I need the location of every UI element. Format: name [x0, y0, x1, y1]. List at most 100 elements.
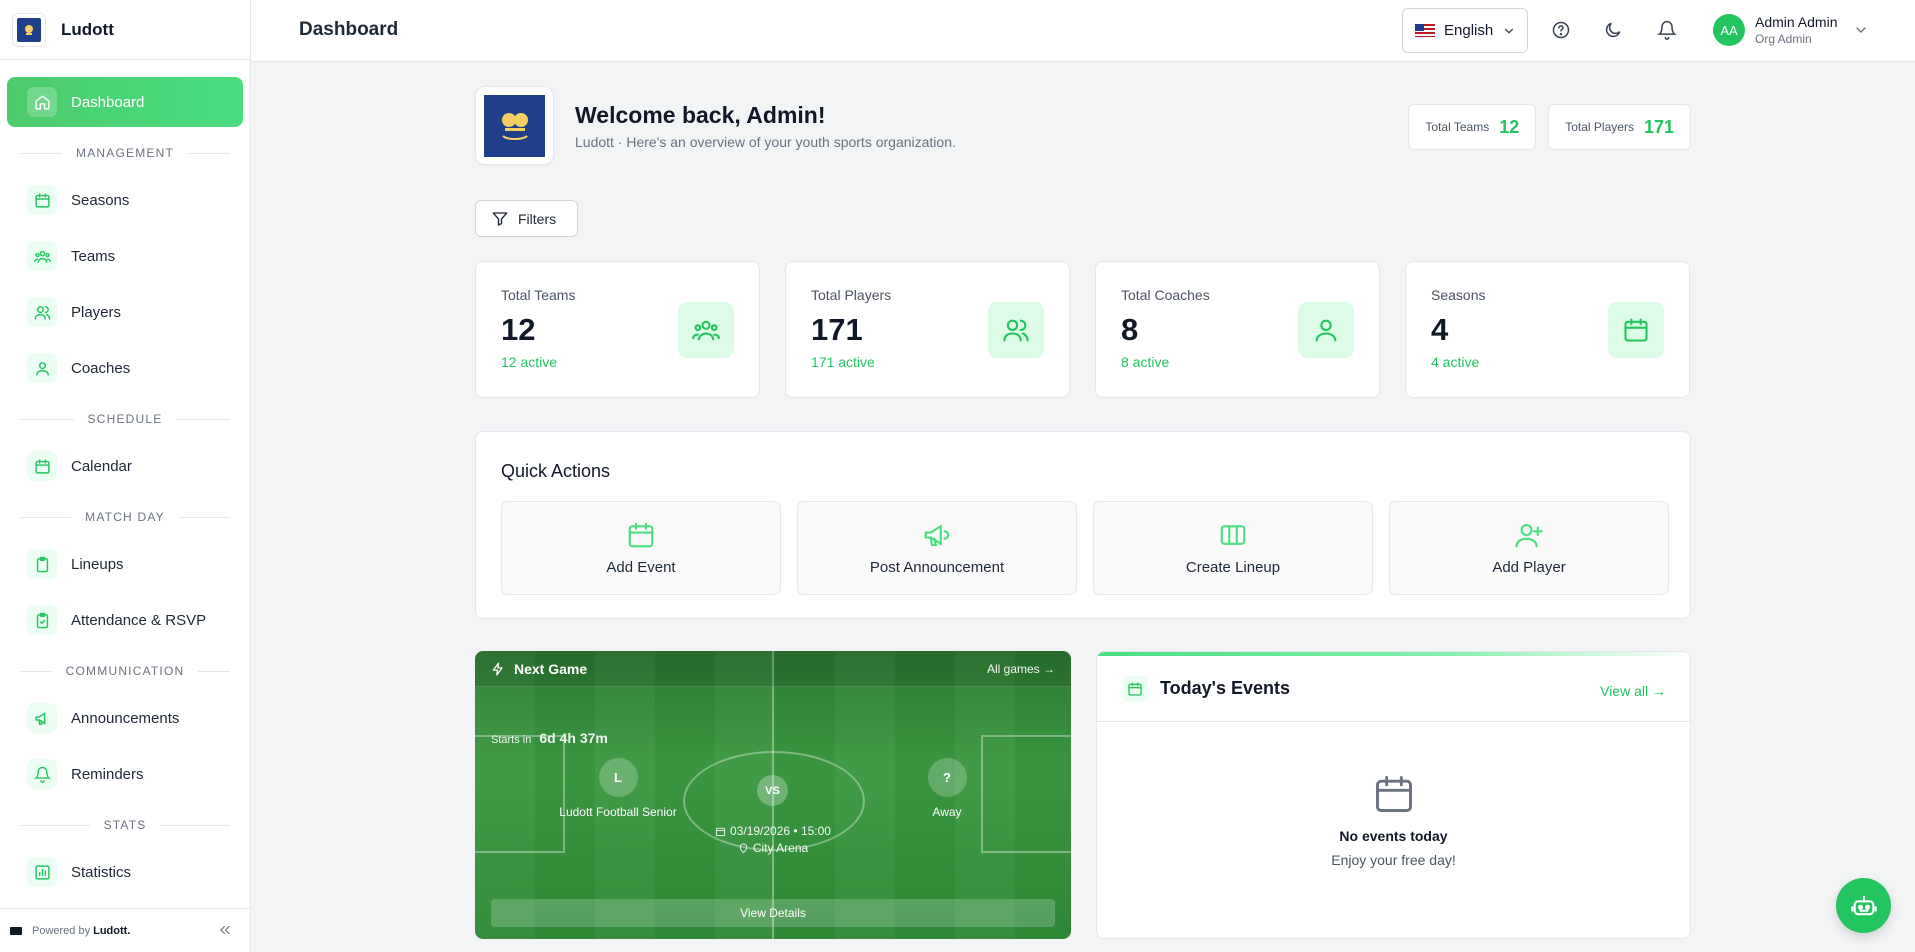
collapse-sidebar-icon[interactable] — [218, 923, 232, 937]
stat-card-seasons[interactable]: Seasons 4 4 active — [1405, 261, 1690, 398]
moon-icon[interactable] — [1603, 20, 1623, 40]
bell-icon — [27, 759, 57, 789]
chevron-down-icon — [1853, 22, 1869, 38]
view-all-link[interactable]: View all → — [1600, 683, 1666, 699]
section-stats: STATS — [20, 815, 230, 835]
sidebar-item-calendar[interactable]: Calendar — [7, 441, 243, 491]
sidebar-nav: Dashboard MANAGEMENT Seasons Teams Playe… — [0, 77, 250, 909]
sidebar-item-lineups[interactable]: Lineups — [7, 539, 243, 589]
sidebar-item-label: Attendance & RSVP — [71, 611, 207, 629]
megaphone-icon — [922, 520, 952, 550]
summary-pills: Total Teams 12 Total Players 171 — [1408, 104, 1691, 150]
columns-icon — [1218, 520, 1248, 550]
away-team-name: Away — [932, 805, 962, 819]
language-select[interactable]: English — [1402, 8, 1528, 53]
user-icon — [27, 353, 57, 383]
add-player-button[interactable]: Add Player — [1389, 501, 1669, 595]
sidebar-item-label: Calendar — [71, 457, 132, 475]
sidebar: Ludott Dashboard MANAGEMENT Seasons Team… — [0, 0, 251, 952]
avatar: AA — [1713, 14, 1745, 46]
sidebar-item-statistics[interactable]: Statistics — [7, 847, 243, 897]
user-menu[interactable]: AA Admin Admin Org Admin — [1713, 14, 1869, 46]
ludott-logo-icon — [10, 926, 22, 935]
calendar-icon — [27, 451, 57, 481]
users-icon — [27, 297, 57, 327]
sidebar-item-label: Dashboard — [71, 93, 145, 111]
user-name: Admin Admin — [1755, 14, 1838, 30]
add-event-button[interactable]: Add Event — [501, 501, 781, 595]
empty-state: No events today Enjoy your free day! — [1097, 772, 1690, 868]
users-group-icon — [27, 241, 57, 271]
all-games-link[interactable]: All games → — [987, 662, 1055, 676]
sidebar-item-teams[interactable]: Teams — [7, 231, 243, 281]
sidebar-footer: Powered by Ludott. — [0, 908, 250, 952]
calendar-icon — [626, 520, 656, 550]
lightning-icon — [491, 662, 514, 676]
empty-title: No events today — [1339, 828, 1448, 844]
calendar-icon — [1097, 772, 1690, 816]
help-icon[interactable] — [1551, 20, 1571, 40]
clipboard-check-icon — [27, 605, 57, 635]
language-label: English — [1444, 22, 1494, 39]
countdown: Starts in 6d 4h 37m — [491, 730, 608, 746]
summary-pill-players: Total Players 171 — [1548, 104, 1691, 150]
calendar-icon — [1122, 675, 1148, 702]
organization-logo — [475, 86, 554, 165]
calendar-icon — [1608, 302, 1664, 358]
stat-card-teams[interactable]: Total Teams 12 12 active — [475, 261, 760, 398]
away-team-badge: ? — [927, 758, 967, 797]
sidebar-item-players[interactable]: Players — [7, 287, 243, 337]
game-datetime: 03/19/2026 • 15:00 — [730, 824, 831, 838]
sidebar-item-dashboard[interactable]: Dashboard — [7, 77, 243, 127]
todays-events-header: Today's Events View all → — [1097, 656, 1690, 722]
topbar: Dashboard English AA Admin Admin Org Adm… — [251, 0, 1915, 62]
user-icon — [1298, 302, 1354, 358]
calendar-icon — [27, 185, 57, 215]
user-plus-icon — [1514, 520, 1544, 550]
sidebar-item-seasons[interactable]: Seasons — [7, 175, 243, 225]
chevron-down-icon — [1502, 24, 1516, 38]
sidebar-item-reminders[interactable]: Reminders — [7, 749, 243, 799]
sidebar-item-announcements[interactable]: Announcements — [7, 693, 243, 743]
stat-card-players[interactable]: Total Players 171 171 active — [785, 261, 1070, 398]
section-schedule: SCHEDULE — [20, 409, 230, 429]
section-communication: COMMUNICATION — [20, 661, 230, 681]
sidebar-item-label: Seasons — [71, 191, 130, 209]
sidebar-item-label: Reminders — [71, 765, 144, 783]
next-game-card: Next Game All games → Starts in 6d 4h 37… — [475, 651, 1071, 939]
robot-icon — [1850, 892, 1878, 920]
section-match-day: MATCH DAY — [20, 507, 230, 527]
brand[interactable]: Ludott — [0, 0, 250, 60]
bell-icon[interactable] — [1657, 20, 1677, 40]
sidebar-item-label: Coaches — [71, 359, 131, 377]
summary-pill-teams: Total Teams 12 — [1408, 104, 1537, 150]
post-announcement-button[interactable]: Post Announcement — [797, 501, 1077, 595]
us-flag-icon — [1415, 24, 1435, 37]
sidebar-item-label: Players — [71, 303, 122, 321]
home-icon — [27, 87, 57, 117]
todays-events-card: Today's Events View all → No events toda… — [1096, 651, 1691, 939]
home-team-badge: L — [598, 758, 638, 797]
stat-card-coaches[interactable]: Total Coaches 8 8 active — [1095, 261, 1380, 398]
vs-badge: VS — [757, 775, 788, 806]
quick-actions: Quick Actions Add Event Post Announcemen… — [475, 431, 1691, 619]
game-info: 03/19/2026 • 15:00 City Arena — [475, 823, 1071, 857]
sidebar-item-coaches[interactable]: Coaches — [7, 343, 243, 393]
bar-chart-icon — [27, 857, 57, 887]
create-lineup-button[interactable]: Create Lineup — [1093, 501, 1373, 595]
next-game-header: Next Game All games → — [475, 651, 1071, 687]
sidebar-item-label: Teams — [71, 247, 116, 265]
stat-cards: Total Teams 12 12 active Total Players 1… — [475, 261, 1691, 398]
calendar-icon — [715, 826, 730, 837]
view-details-button[interactable]: View Details — [491, 899, 1055, 927]
section-management: MANAGEMENT — [20, 143, 230, 163]
megaphone-icon — [27, 703, 57, 733]
users-group-icon — [678, 302, 734, 358]
quick-actions-title: Quick Actions — [501, 461, 611, 481]
empty-subtitle: Enjoy your free day! — [1331, 852, 1456, 868]
sidebar-item-attendance[interactable]: Attendance & RSVP — [7, 595, 243, 645]
filters-button[interactable]: Filters — [475, 200, 578, 237]
welcome-header: Welcome back, Admin! Ludott · Here's an … — [475, 86, 956, 165]
home-team: L Ludott Football Senior — [553, 758, 683, 819]
assistant-bot-button[interactable] — [1836, 878, 1891, 933]
